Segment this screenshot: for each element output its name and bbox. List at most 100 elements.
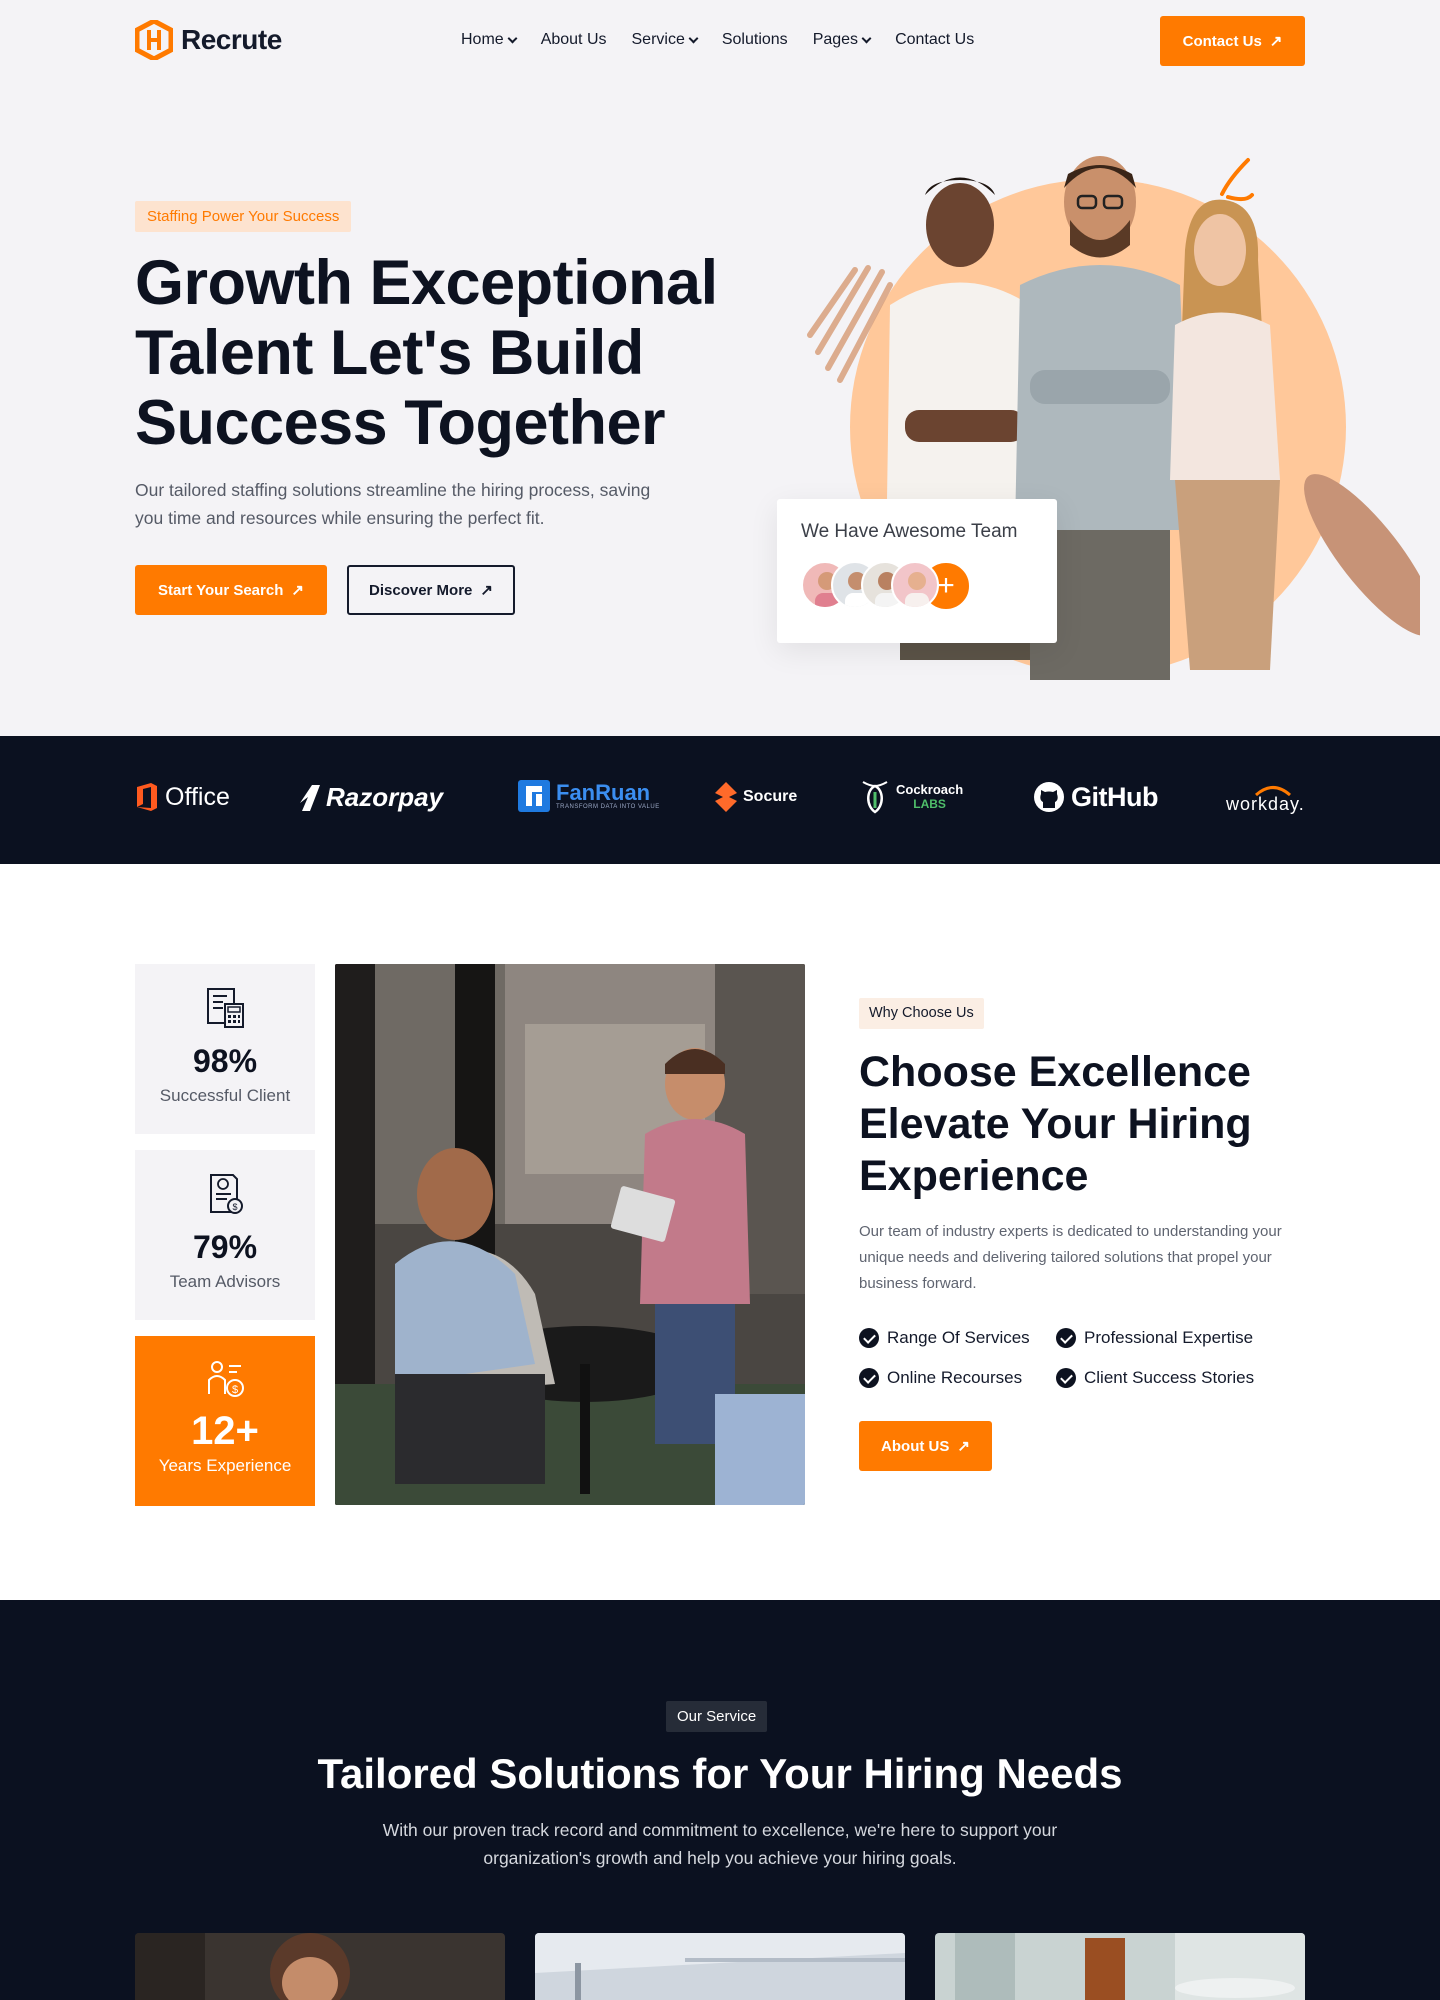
cockroach-wordmark: Cockroach LABS: [896, 782, 964, 812]
feature-label: Online Recourses: [887, 1368, 1023, 1387]
check-circle-icon: [1056, 1368, 1076, 1388]
stat-label: Years Experience: [158, 1456, 292, 1475]
brand-razorpay-text: Razorpay: [326, 782, 444, 812]
calculator-document-icon: [207, 988, 244, 1028]
office-logo-icon: [137, 783, 157, 811]
services-tag: Our Service: [666, 1701, 768, 1732]
fanruan-logo-icon: [518, 780, 550, 812]
brand-fanruan-text: FanRuan: [556, 780, 651, 805]
brand-office-text: Office: [165, 782, 230, 811]
hero-title: Growth Exceptional Talent Let's Build Su…: [135, 248, 718, 458]
arrow-up-right-icon: ↗: [957, 1438, 970, 1455]
feature-label: Client Success Stories: [1084, 1368, 1255, 1387]
nav-home[interactable]: Home: [461, 31, 518, 49]
nav-contact-label: Contact Us: [895, 31, 975, 48]
service-card-image[interactable]: [535, 1933, 905, 2000]
office-meeting-photo: [335, 964, 805, 1505]
stat-value: 98%: [192, 1043, 258, 1079]
arrow-up-right-icon: ↗: [291, 582, 304, 599]
team-card-title: We Have Awesome Team: [801, 521, 1018, 542]
brand-socure-text: Socure: [743, 788, 798, 805]
team-card: We Have Awesome Team +: [777, 499, 1057, 643]
brand-github-text: GitHub: [1071, 781, 1158, 812]
chevron-down-icon: [688, 33, 699, 43]
discover-more-label: Discover More: [369, 581, 473, 599]
brand-razorpay: Razorpay: [300, 782, 443, 813]
nav-pages[interactable]: Pages: [812, 31, 872, 49]
nav-solutions[interactable]: Solutions: [722, 31, 788, 49]
nav-about-label: About Us: [540, 31, 607, 48]
why-title: Choose Excellence Elevate Your Hiring Ex…: [859, 1048, 1252, 1200]
nav-contact[interactable]: Contact Us: [895, 31, 974, 49]
team-avatars: +: [801, 561, 1033, 611]
stat-label: Successful Client: [159, 1086, 291, 1105]
brand-cockroach-labs: LABS: [913, 797, 946, 811]
main-nav: Home About Us Service Solutions Pages Co…: [461, 31, 974, 49]
service-card-image[interactable]: [135, 1933, 505, 2000]
logo[interactable]: Recrute: [135, 20, 282, 60]
check-circle-icon: [1056, 1328, 1076, 1348]
stat-value: 12+: [191, 1409, 259, 1453]
why-tag: Why Choose Us: [859, 998, 984, 1029]
feature-label: Range Of Services: [887, 1328, 1030, 1347]
svg-text:$: $: [232, 1384, 238, 1396]
feature-item: Professional Expertise: [1056, 1328, 1253, 1348]
stat-card-highlight: $ 12+ Years Experience: [135, 1336, 315, 1506]
brand-workday-text: workday.: [1226, 794, 1305, 814]
check-circle-icon: [859, 1328, 879, 1348]
brand-fanruan: FanRuan TRANSFORM DATA INTO VALUE: [518, 780, 660, 812]
arrow-up-right-icon: ↗: [480, 582, 493, 599]
contact-us-button-label: Contact Us: [1182, 32, 1262, 50]
nav-pages-label: Pages: [812, 31, 859, 48]
socure-logo-icon: [715, 782, 737, 812]
svg-text:$: $: [232, 1202, 237, 1212]
feature-item: Online Recourses: [859, 1368, 1022, 1388]
razorpay-logo-icon: [300, 784, 320, 811]
cockroach-logo-icon: [862, 781, 888, 814]
chevron-down-icon: [507, 33, 518, 43]
avatar: [891, 561, 939, 609]
nav-solutions-label: Solutions: [721, 31, 788, 48]
brand-fanruan-tagline: TRANSFORM DATA INTO VALUE: [556, 804, 660, 810]
fanruan-wordmark: FanRuan TRANSFORM DATA INTO VALUE: [556, 780, 660, 811]
start-search-button[interactable]: Start Your Search ↗: [135, 565, 327, 615]
contact-us-button[interactable]: Contact Us ↗: [1160, 16, 1305, 66]
start-search-label: Start Your Search: [158, 581, 284, 599]
nav-about[interactable]: About Us: [541, 31, 607, 49]
feature-label: Professional Expertise: [1084, 1328, 1254, 1347]
why-description: Our team of industry experts is dedicate…: [859, 1223, 1282, 1292]
about-us-button-label: About US: [881, 1437, 950, 1455]
logo-mark-icon: [135, 20, 173, 60]
stat-card: 98% Successful Client: [135, 964, 315, 1134]
service-card-image[interactable]: [935, 1933, 1305, 2000]
brand-workday: workday.: [1226, 784, 1305, 815]
tax-document-icon: $: [210, 1174, 243, 1214]
chevron-down-icon: [861, 33, 872, 43]
check-circle-icon: [859, 1368, 879, 1388]
site-header: Recrute Home About Us Service Solutions …: [0, 0, 1440, 82]
feature-item: Client Success Stories: [1056, 1368, 1254, 1388]
brand-logos-bar: Office Razorpay FanRuan TRANSFORM DATA I…: [0, 736, 1440, 864]
nav-service[interactable]: Service: [631, 31, 699, 49]
brand-cockroach: Cockroach LABS: [860, 780, 963, 814]
services-description: With our proven track record and commitm…: [382, 1820, 1058, 1868]
brand-office: Office: [135, 782, 230, 812]
stat-label: Team Advisors: [169, 1272, 281, 1291]
about-us-button[interactable]: About US ↗: [859, 1421, 992, 1471]
brand-cockroach-text: Cockroach: [896, 782, 964, 797]
logo-text: Recrute: [181, 24, 282, 55]
stat-card: $ 79% Team Advisors: [135, 1150, 315, 1320]
brand-socure: Socure: [715, 782, 797, 812]
brand-github: GitHub: [1033, 781, 1158, 813]
hero-description: Our tailored staffing solutions streamli…: [135, 480, 651, 528]
hero-tag: Staffing Power Your Success: [135, 201, 352, 232]
arrow-up-right-icon: ↗: [1269, 33, 1283, 50]
services-title: Tailored Solutions for Your Hiring Needs: [317, 1750, 1123, 1797]
github-logo-icon: [1034, 782, 1064, 812]
feature-item: Range Of Services: [859, 1328, 1030, 1348]
person-salary-icon: $: [208, 1361, 244, 1397]
stat-value: 79%: [192, 1229, 258, 1265]
nav-home-label: Home: [461, 31, 504, 48]
nav-service-label: Service: [631, 31, 685, 48]
discover-more-button[interactable]: Discover More ↗: [347, 565, 515, 615]
